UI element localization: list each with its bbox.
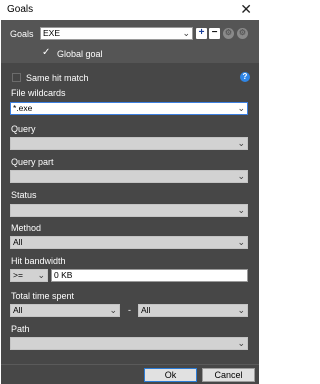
total-time-from-select[interactable]: All ⌄: [10, 304, 120, 317]
chevron-down-icon: ⌄: [109, 305, 117, 315]
hit-bandwidth-label: Hit bandwidth: [11, 256, 66, 266]
hit-bandwidth-operator-value: >=: [13, 270, 23, 280]
chevron-down-icon: ⌄: [237, 171, 245, 181]
cancel-button[interactable]: Cancel: [202, 368, 255, 382]
range-separator: -: [128, 305, 131, 315]
total-time-to-value: All: [141, 305, 151, 315]
total-time-from-value: All: [13, 305, 23, 315]
dialog-body: Goals EXE ⌄ + − ⚙ ⚙ ✓ Global goal Same h…: [1, 20, 259, 364]
chevron-down-icon: ⌄: [237, 305, 245, 315]
goals-header: Goals EXE ⌄ + − ⚙ ⚙ ✓ Global goal: [1, 20, 259, 63]
goals-select-value: EXE: [43, 28, 61, 38]
chevron-down-icon: ⌄: [237, 338, 245, 348]
total-time-to-select[interactable]: All ⌄: [138, 304, 248, 317]
chevron-down-icon: ⌄: [237, 237, 245, 247]
window-title: Goals: [7, 4, 34, 15]
dialog-footer: Ok Cancel: [1, 364, 259, 384]
chevron-down-icon: ⌄: [237, 138, 245, 148]
method-select[interactable]: All ⌄: [10, 236, 248, 249]
file-wildcards-select[interactable]: *.exe ⌄: [10, 102, 248, 115]
add-goal-button[interactable]: +: [196, 28, 207, 39]
query-label: Query: [11, 124, 36, 134]
file-wildcards-value: *.exe: [13, 103, 33, 113]
goals-select[interactable]: EXE ⌄: [40, 27, 193, 40]
hit-bandwidth-value: 0 KB: [54, 270, 73, 280]
checkmark-icon[interactable]: ✓: [42, 48, 50, 58]
gear-icon[interactable]: ⚙: [237, 28, 248, 39]
path-label: Path: [11, 324, 30, 334]
status-select[interactable]: ⌄: [10, 204, 248, 217]
same-hit-match-checkbox[interactable]: [12, 73, 21, 82]
gear-icon[interactable]: ⚙: [223, 28, 234, 39]
chevron-down-icon: ⌄: [237, 103, 245, 113]
file-wildcards-label: File wildcards: [11, 88, 66, 98]
method-label: Method: [11, 223, 42, 233]
path-select[interactable]: ⌄: [10, 337, 248, 350]
total-time-spent-label: Total time spent: [11, 291, 75, 301]
method-value: All: [13, 237, 23, 247]
title-bar: Goals ✕: [0, 0, 260, 20]
same-hit-match-label: Same hit match: [26, 73, 89, 83]
ok-button[interactable]: Ok: [144, 368, 197, 382]
status-label: Status: [11, 190, 37, 200]
remove-goal-button[interactable]: −: [209, 28, 220, 39]
chevron-down-icon: ⌄: [37, 270, 45, 280]
hit-bandwidth-input[interactable]: 0 KB: [51, 269, 248, 282]
close-icon[interactable]: ✕: [240, 1, 252, 17]
hit-bandwidth-operator-select[interactable]: >= ⌄: [10, 269, 48, 282]
goals-label: Goals: [10, 29, 34, 39]
global-goal-label: Global goal: [57, 49, 103, 59]
query-part-label: Query part: [11, 157, 54, 167]
query-part-select[interactable]: ⌄: [10, 170, 248, 183]
query-select[interactable]: ⌄: [10, 137, 248, 150]
chevron-down-icon: ⌄: [237, 205, 245, 215]
chevron-down-icon: ⌄: [182, 28, 190, 38]
help-icon[interactable]: ?: [240, 72, 250, 82]
